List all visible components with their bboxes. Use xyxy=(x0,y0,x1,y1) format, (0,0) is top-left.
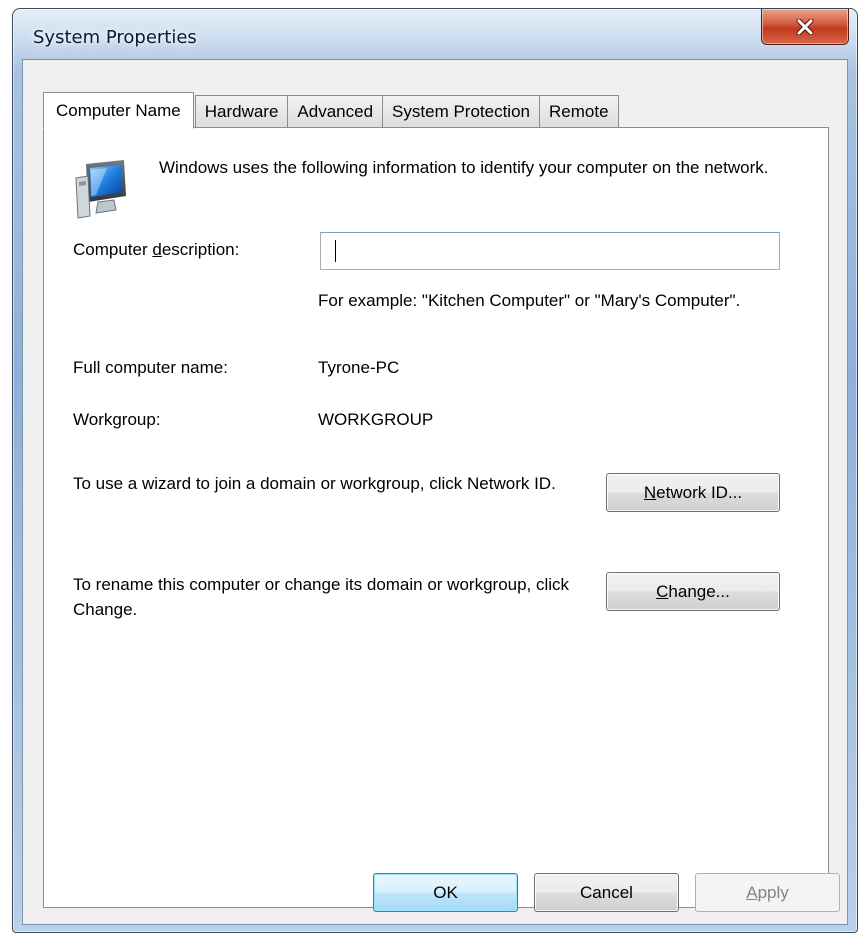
title-bar[interactable]: System Properties xyxy=(13,9,857,59)
text-caret xyxy=(335,240,336,262)
close-button[interactable] xyxy=(761,9,849,45)
workgroup-value: WORKGROUP xyxy=(318,410,434,429)
system-properties-window: System Properties Computer Name Hardware… xyxy=(12,8,858,933)
tab-computer-name[interactable]: Computer Name xyxy=(43,92,194,129)
description-hint: For example: "Kitchen Computer" or "Mary… xyxy=(318,291,741,310)
description-label: Computer description: xyxy=(73,240,240,259)
cancel-button[interactable]: Cancel xyxy=(534,873,679,912)
computer-description-input[interactable] xyxy=(320,232,780,270)
full-name-label: Full computer name: xyxy=(73,358,228,377)
workgroup-label: Workgroup: xyxy=(73,410,161,429)
ok-button[interactable]: OK xyxy=(373,873,518,912)
change-text: To rename this computer or change its do… xyxy=(73,575,570,619)
network-id-button[interactable]: Network ID... xyxy=(606,473,780,512)
tab-system-protection[interactable]: System Protection xyxy=(382,95,540,128)
computer-name-panel: Windows uses the following information t… xyxy=(43,127,829,908)
tab-remote[interactable]: Remote xyxy=(539,95,619,128)
computer-icon xyxy=(72,158,134,220)
network-id-text: To use a wizard to join a domain or work… xyxy=(73,474,556,493)
tab-advanced[interactable]: Advanced xyxy=(287,95,384,128)
dialog-client-area: Computer Name Hardware Advanced System P… xyxy=(22,59,848,925)
full-name-value: Tyrone-PC xyxy=(318,358,400,377)
intro-text: Windows uses the following information t… xyxy=(159,158,769,177)
apply-button[interactable]: Apply xyxy=(695,873,840,912)
tab-strip: Computer Name Hardware Advanced System P… xyxy=(43,92,619,129)
close-icon xyxy=(796,18,814,35)
tab-hardware[interactable]: Hardware xyxy=(194,95,289,128)
change-button[interactable]: Change... xyxy=(606,572,780,611)
window-title: System Properties xyxy=(33,27,197,48)
